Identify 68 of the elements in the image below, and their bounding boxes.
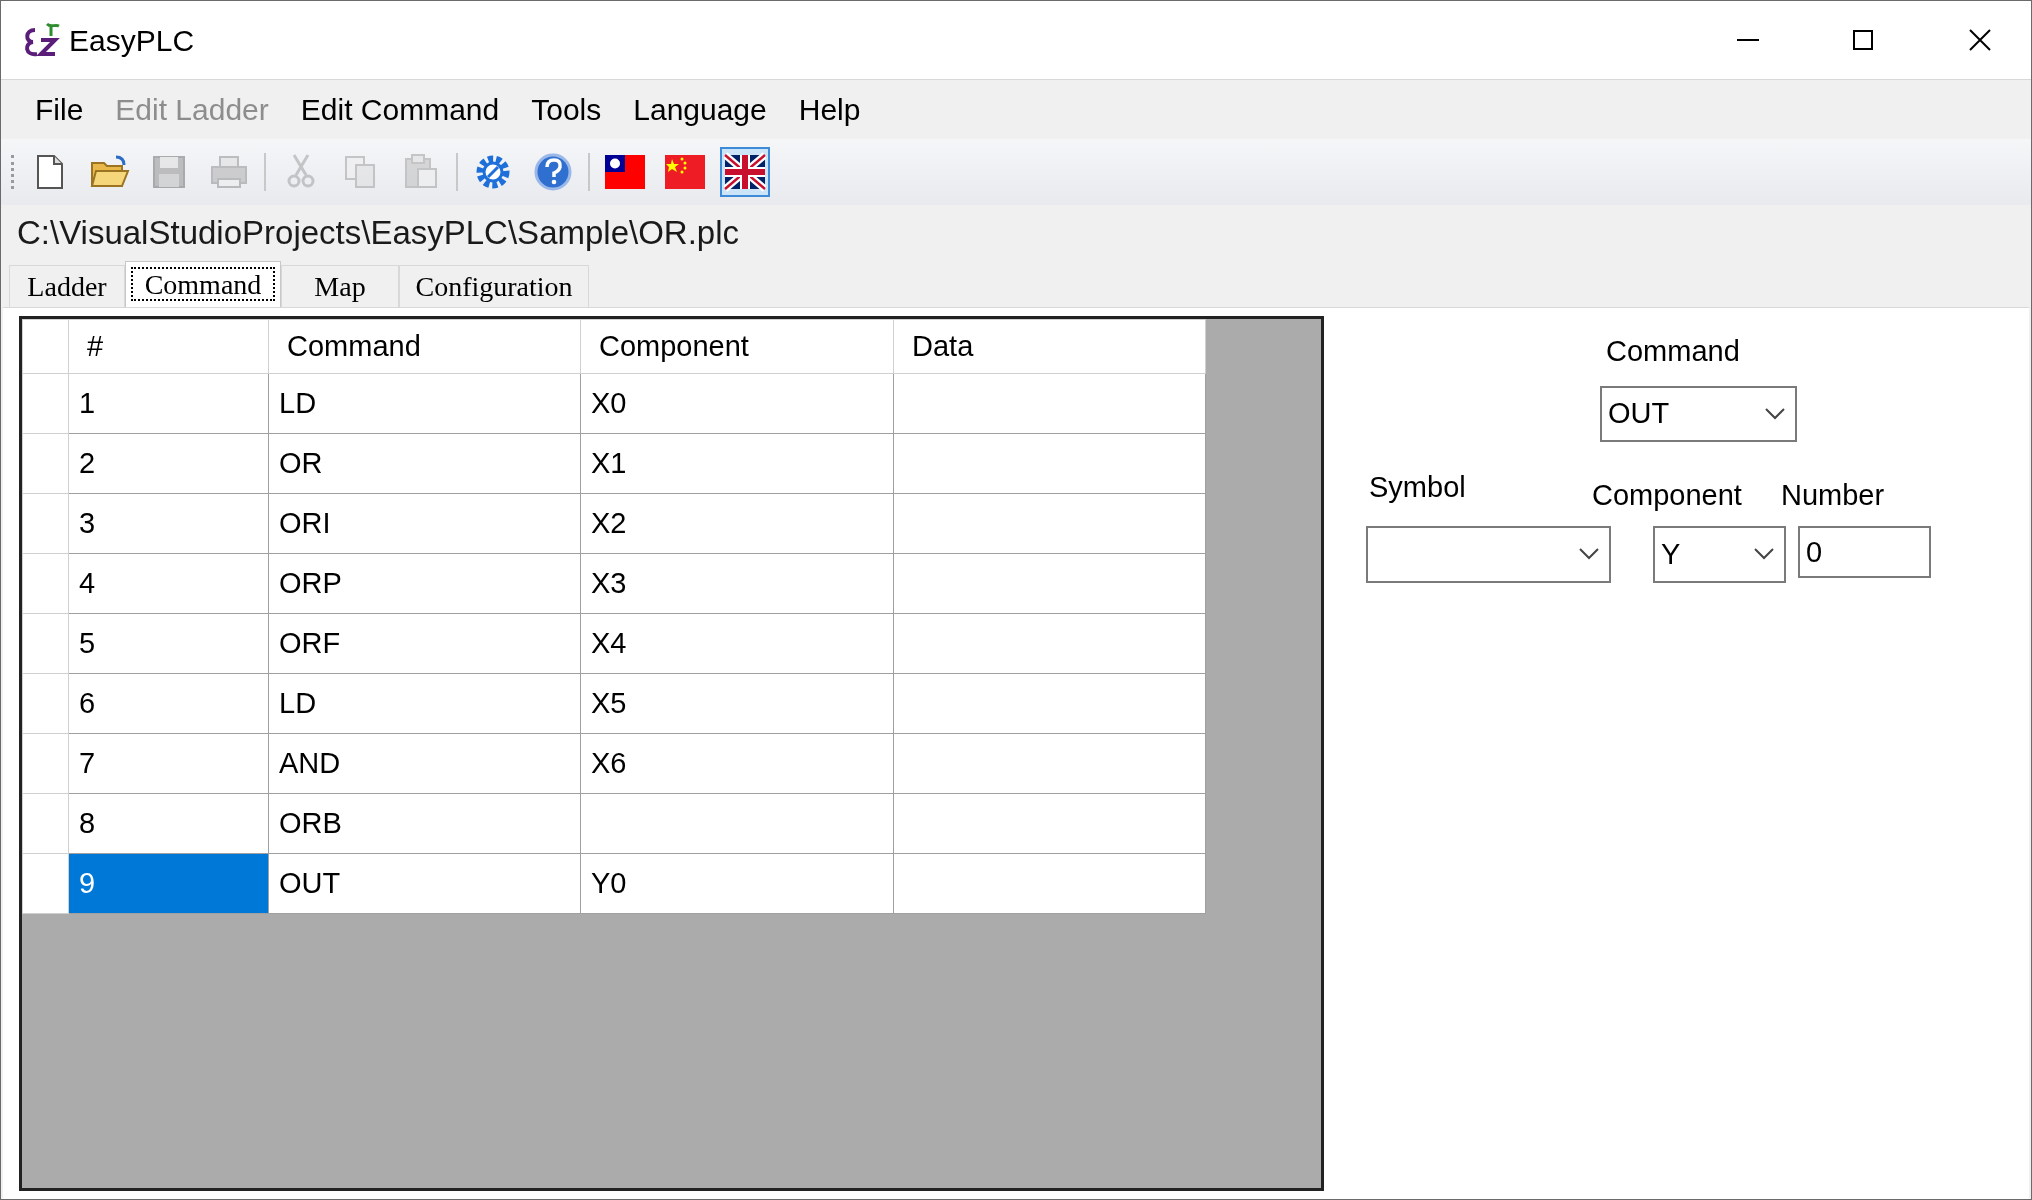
help-icon [532,151,574,193]
number-field[interactable]: 0 [1798,526,1931,578]
table-cell: ORP [268,553,581,614]
minimize-icon[interactable] [1737,39,1759,41]
table-cell: 3 [68,493,269,554]
tab[interactable]: Ladder [9,265,125,307]
tab[interactable]: Map [281,265,399,307]
row-header[interactable] [22,433,69,494]
table-cell: 7 [68,733,269,794]
row-header[interactable] [22,853,69,914]
table-cell: X0 [580,373,894,434]
maximize-icon[interactable] [1853,30,1873,50]
table-cell: ORB [268,793,581,854]
column-header[interactable]: # [68,319,269,374]
tab[interactable]: Command [125,261,281,307]
row-header[interactable] [22,673,69,734]
menu-item[interactable]: Edit Command [284,87,516,132]
menu-item[interactable]: Tools [515,87,618,132]
table-cell: OUT [268,853,581,914]
row-header[interactable] [22,613,69,674]
component-label: Component [1592,478,1742,513]
chevron-down-icon [1765,408,1785,420]
file-path-label: C:\VisualStudioProjects\EasyPLC\Sample\OR.plc [17,213,740,254]
symbol-dropdown[interactable] [1366,526,1611,583]
column-header[interactable]: Component [580,319,894,374]
flag-icon [724,151,766,193]
tab[interactable]: Configuration [399,265,589,307]
row-header [22,319,69,374]
table-cell: 1 [68,373,269,434]
row-header[interactable] [22,733,69,794]
table-cell: 5 [68,613,269,674]
table-cell: X6 [580,733,894,794]
toolbar-button[interactable] [720,147,770,197]
command-label: Command [1606,334,1740,369]
menu-item[interactable]: Language [617,87,783,132]
table-cell: 2 [68,433,269,494]
menu-item[interactable]: Help [782,87,877,132]
table-cell: 4 [68,553,269,614]
table-cell: X5 [580,673,894,734]
row-header[interactable] [22,553,69,614]
menu-item[interactable]: File [19,87,100,132]
row-header[interactable] [22,493,69,554]
column-header[interactable]: Command [268,319,581,374]
table-cell: ORF [268,613,581,674]
table-cell: Y0 [580,853,894,914]
table-cell: LD [268,673,581,734]
table-cell: 9 [68,853,269,914]
window-title: EasyPLC [69,22,195,59]
table-cell: OR [268,433,581,494]
table-cell: 6 [68,673,269,734]
number-label: Number [1781,478,1885,513]
chevron-down-icon [1754,548,1774,560]
symbol-label: Symbol [1369,470,1466,505]
row-header[interactable] [22,793,69,854]
column-header[interactable]: Data [893,319,1206,374]
table-cell: AND [268,733,581,794]
component-dropdown[interactable]: Y [1653,526,1786,583]
table-cell: ORI [268,493,581,554]
command-dropdown[interactable]: OUT [1600,386,1797,442]
table-cell: 8 [68,793,269,854]
close-icon[interactable] [1969,29,1991,51]
table-cell: X2 [580,493,894,554]
chevron-down-icon [1579,548,1599,560]
table-cell: LD [268,373,581,434]
table-cell: X3 [580,553,894,614]
table-cell: X4 [580,613,894,674]
table-cell: X1 [580,433,894,494]
row-header[interactable] [22,373,69,434]
